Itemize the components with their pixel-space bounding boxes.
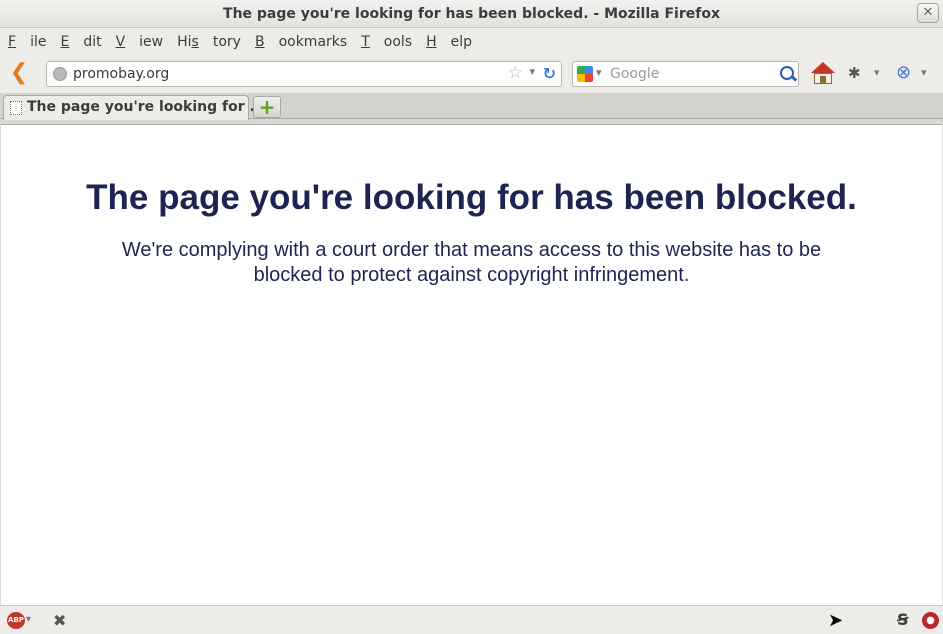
tool-icon[interactable]: ⊗ <box>896 62 911 83</box>
window-close-button[interactable]: ✕ <box>917 3 939 23</box>
tab-active[interactable]: The page you're looking for ... <box>3 95 265 120</box>
status-bar: ABP ▾ ✖ ➤ Ꞩ ● <box>0 605 943 634</box>
tool-dropdown-icon[interactable]: ▾ <box>921 66 927 79</box>
menu-tools[interactable]: Tools <box>361 34 412 50</box>
plus-icon: + <box>258 95 276 119</box>
search-bar[interactable]: ▾ <box>572 61 799 87</box>
star-icon[interactable]: ☆ <box>508 63 523 83</box>
page-content: The page you're looking for has been blo… <box>1 124 942 605</box>
url-bar[interactable]: ☆ ▾ ↻ <box>46 61 562 87</box>
page-favicon-icon <box>10 101 22 115</box>
bug-icon[interactable]: ✱ <box>848 64 861 82</box>
navigation-toolbar: ❮ ☆ ▾ ↻ ▾ ✱ ▾ ⊗ ▾ <box>0 56 943 93</box>
s-icon[interactable]: Ꞩ <box>897 610 909 629</box>
close-icon[interactable]: ✖ <box>53 611 66 630</box>
search-engine-dropdown-icon[interactable]: ▾ <box>596 66 602 79</box>
back-icon: ❮ <box>9 60 29 85</box>
blocked-heading: The page you're looking for has been blo… <box>86 178 857 217</box>
globe-icon <box>53 67 67 81</box>
search-input[interactable] <box>610 64 770 84</box>
menu-file[interactable]: File <box>8 34 46 50</box>
tab-strip: The page you're looking for ... + <box>0 93 943 120</box>
window-title: The page you're looking for has been blo… <box>223 6 720 22</box>
bug-dropdown-icon[interactable]: ▾ <box>874 66 880 79</box>
menu-bookmarks[interactable]: Bookmarks <box>255 34 347 50</box>
menu-history[interactable]: His tory <box>177 34 241 50</box>
cursor-icon: ➤ <box>828 610 844 631</box>
url-input[interactable] <box>73 64 493 84</box>
adblock-dropdown-icon[interactable]: ▾ <box>26 614 31 625</box>
adblock-icon[interactable]: ABP <box>7 612 25 629</box>
url-dropdown-icon[interactable]: ▾ <box>529 65 535 78</box>
menubar: File Edit View His tory Bookmarks Tools Help <box>0 28 943 56</box>
tab-label: The page you're looking for ... <box>27 99 266 115</box>
google-icon[interactable] <box>577 66 593 82</box>
window-titlebar: The page you're looking for has been blo… <box>0 0 943 28</box>
search-icon[interactable] <box>780 66 794 80</box>
reload-icon[interactable]: ↻ <box>543 64 556 83</box>
back-button[interactable]: ❮ <box>6 62 32 86</box>
menu-help[interactable]: Help <box>426 34 472 50</box>
blocked-message: We're complying with a court order that … <box>121 239 822 286</box>
new-tab-button[interactable]: + <box>253 96 281 118</box>
red-extension-icon[interactable]: ● <box>922 612 939 629</box>
menu-view[interactable]: View <box>116 34 164 50</box>
menu-edit[interactable]: Edit <box>60 34 101 50</box>
home-button[interactable] <box>810 62 836 86</box>
